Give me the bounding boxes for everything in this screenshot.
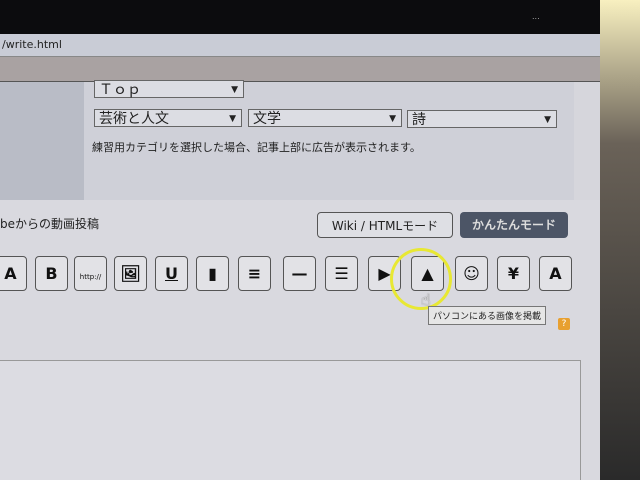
image-url-button[interactable]: 🖼 [114,256,147,291]
editor-textarea[interactable] [0,360,581,480]
smiley-icon: ☺ [463,264,480,283]
image-url-icon: 🖼 [120,264,141,283]
emoji-button[interactable]: ☺ [455,256,488,291]
horizontal-rule-button[interactable]: — [283,256,316,291]
yen-button[interactable]: ¥ [497,256,530,291]
monitor-top: ... [0,0,640,36]
font-style-button[interactable]: A [0,256,27,291]
clear-format-button[interactable]: A [539,256,572,291]
category-level3-select[interactable]: 詩 ▼ [407,110,557,128]
align-icon: ≡ [247,264,262,283]
easy-mode-button[interactable]: かんたんモード [460,212,568,238]
underline-icon: U [165,264,178,283]
link-icon: http:// [79,273,102,281]
video-icon: ▶ [378,264,391,283]
list-icon: ☰ [334,264,349,283]
category-note: 練習用カテゴリを選択した場合、記事上部に広告が表示されます。 [92,141,421,154]
select-value: 芸術と人文 [99,111,169,127]
eraser-icon: A [549,264,562,283]
paint-bucket-icon: ▮ [208,264,217,283]
top-right-text: ... [532,12,540,21]
chevron-down-icon: ▼ [389,114,396,124]
align-button[interactable]: ≡ [238,256,271,291]
help-icon[interactable]: ? [558,318,570,330]
chevron-down-icon: ▼ [544,115,551,125]
select-value: 文学 [253,111,281,127]
yen-icon: ¥ [507,264,520,283]
bold-button[interactable]: B [35,256,68,291]
category-level2-select[interactable]: 文学 ▼ [248,109,402,127]
bold-icon: B [45,264,58,283]
header-band [0,57,600,82]
address-bar[interactable]: /write.html [0,34,600,57]
label-column [0,82,84,200]
video-post-label: beからの動画投稿 [0,217,100,231]
top-category-select[interactable]: Ｔｏｐ ▼ [94,80,244,98]
horizontal-rule-icon: — [291,264,308,283]
monitor-bezel [600,0,640,480]
color-button[interactable]: ▮ [196,256,229,291]
chevron-down-icon: ▼ [231,85,238,95]
url-text: /write.html [2,38,62,51]
underline-button[interactable]: U [155,256,188,291]
editor-section: beからの動画投稿 Wiki / HTMLモード かんたんモード A B htt… [0,200,600,480]
chevron-down-icon: ▼ [229,114,236,124]
browser-window: /write.html Ｔｏｐ ▼ 芸術と人文 ▼ 文学 ▼ 詩 ▼ 練習用カテゴリを選… [0,34,600,480]
select-value: Ｔｏｐ [99,82,141,98]
select-value: 詩 [412,112,426,128]
category-level1-select[interactable]: 芸術と人文 ▼ [94,109,242,127]
font-style-icon: A [4,264,17,283]
link-button[interactable]: http:// [74,256,107,291]
list-button[interactable]: ☰ [325,256,358,291]
wiki-html-mode-button[interactable]: Wiki / HTMLモード [317,212,453,238]
tooltip: パソコンにある画像を掲載 [428,306,547,325]
